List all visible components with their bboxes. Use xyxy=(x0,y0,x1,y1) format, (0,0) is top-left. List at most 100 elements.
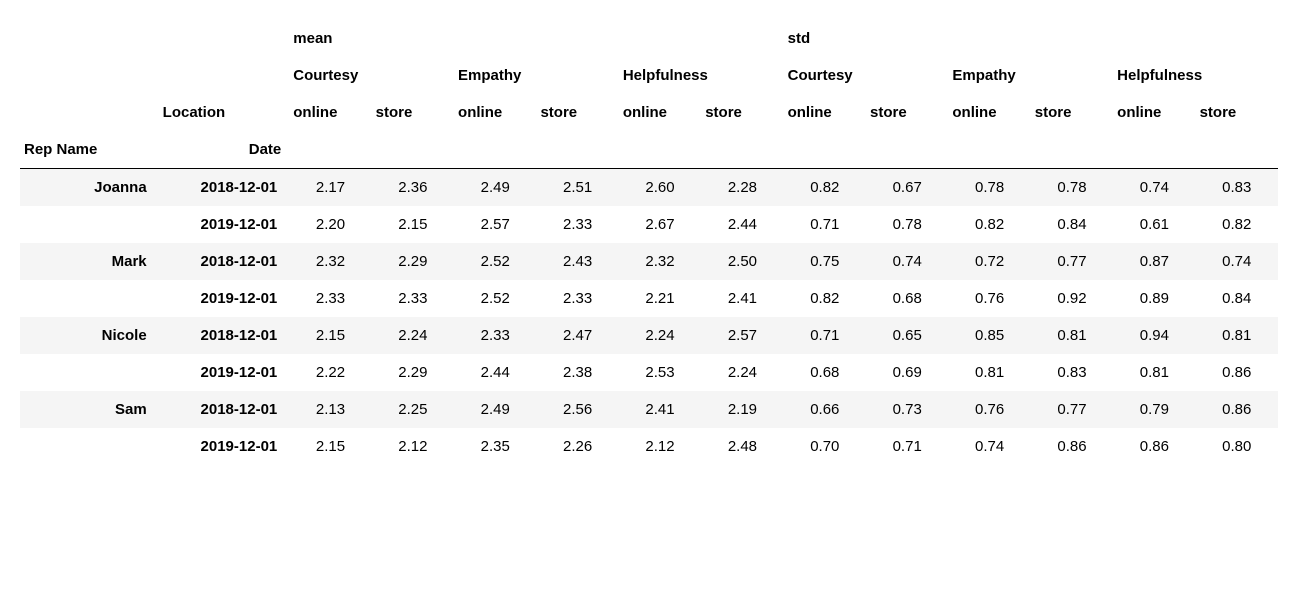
value-cell: 2.48 xyxy=(701,428,783,465)
metric-header: Empathy xyxy=(948,57,1113,94)
value-cell: 2.28 xyxy=(701,169,783,207)
value-cell: 2.33 xyxy=(536,206,618,243)
value-cell: 0.67 xyxy=(866,169,948,207)
value-cell: 2.44 xyxy=(454,354,536,391)
value-cell: 0.89 xyxy=(1113,280,1195,317)
pivot-table: mean std Courtesy Empathy Helpfulness Co… xyxy=(20,20,1278,465)
value-cell: 0.78 xyxy=(1031,169,1113,207)
rep-name-cell: Mark xyxy=(20,243,159,280)
metric-header: Courtesy xyxy=(289,57,454,94)
value-cell: 0.82 xyxy=(784,280,866,317)
location-header: online xyxy=(1113,94,1195,131)
value-cell: 2.49 xyxy=(454,169,536,207)
value-cell: 2.33 xyxy=(372,280,454,317)
value-cell: 2.36 xyxy=(372,169,454,207)
location-header: online xyxy=(454,94,536,131)
value-cell: 2.26 xyxy=(536,428,618,465)
table-row: Mark2018-12-012.322.292.522.432.322.500.… xyxy=(20,243,1278,280)
value-cell: 0.86 xyxy=(1196,354,1278,391)
value-cell: 2.67 xyxy=(619,206,701,243)
value-cell: 2.24 xyxy=(619,317,701,354)
rep-name-cell xyxy=(20,280,159,317)
value-cell: 0.65 xyxy=(866,317,948,354)
location-header: store xyxy=(1031,94,1113,131)
table-row: 2019-12-012.152.122.352.262.122.480.700.… xyxy=(20,428,1278,465)
agg-header: std xyxy=(784,20,1278,57)
value-cell: 2.21 xyxy=(619,280,701,317)
header-row-location: Location online store online store onlin… xyxy=(20,94,1278,131)
index-label-date: Date xyxy=(159,131,290,169)
value-cell: 2.15 xyxy=(289,428,371,465)
value-cell: 2.13 xyxy=(289,391,371,428)
table-body: Joanna2018-12-012.172.362.492.512.602.28… xyxy=(20,169,1278,466)
metric-header: Empathy xyxy=(454,57,619,94)
value-cell: 2.32 xyxy=(289,243,371,280)
value-cell: 2.43 xyxy=(536,243,618,280)
value-cell: 0.79 xyxy=(1113,391,1195,428)
date-cell: 2019-12-01 xyxy=(159,354,290,391)
value-cell: 2.29 xyxy=(372,243,454,280)
value-cell: 0.76 xyxy=(948,280,1030,317)
value-cell: 0.71 xyxy=(866,428,948,465)
value-cell: 0.82 xyxy=(1196,206,1278,243)
location-header: store xyxy=(701,94,783,131)
header-row-index: Rep Name Date xyxy=(20,131,1278,169)
value-cell: 0.70 xyxy=(784,428,866,465)
value-cell: 2.51 xyxy=(536,169,618,207)
metric-header: Courtesy xyxy=(784,57,949,94)
value-cell: 0.94 xyxy=(1113,317,1195,354)
value-cell: 0.81 xyxy=(948,354,1030,391)
location-header: online xyxy=(289,94,371,131)
value-cell: 2.52 xyxy=(454,280,536,317)
value-cell: 2.15 xyxy=(289,317,371,354)
value-cell: 0.78 xyxy=(866,206,948,243)
value-cell: 0.71 xyxy=(784,206,866,243)
date-cell: 2018-12-01 xyxy=(159,391,290,428)
value-cell: 2.41 xyxy=(701,280,783,317)
value-cell: 0.81 xyxy=(1031,317,1113,354)
header-row-aggregation: mean std xyxy=(20,20,1278,57)
rep-name-cell xyxy=(20,354,159,391)
value-cell: 0.84 xyxy=(1031,206,1113,243)
value-cell: 2.20 xyxy=(289,206,371,243)
location-header: online xyxy=(948,94,1030,131)
value-cell: 2.22 xyxy=(289,354,371,391)
value-cell: 0.87 xyxy=(1113,243,1195,280)
value-cell: 2.24 xyxy=(701,354,783,391)
value-cell: 2.60 xyxy=(619,169,701,207)
value-cell: 0.72 xyxy=(948,243,1030,280)
metric-header: Helpfulness xyxy=(619,57,784,94)
value-cell: 2.25 xyxy=(372,391,454,428)
location-header: online xyxy=(784,94,866,131)
rep-name-cell: Nicole xyxy=(20,317,159,354)
metric-header: Helpfulness xyxy=(1113,57,1278,94)
date-cell: 2018-12-01 xyxy=(159,169,290,207)
value-cell: 0.75 xyxy=(784,243,866,280)
agg-header: mean xyxy=(289,20,783,57)
value-cell: 0.83 xyxy=(1196,169,1278,207)
value-cell: 2.38 xyxy=(536,354,618,391)
value-cell: 0.82 xyxy=(948,206,1030,243)
table-row: Nicole2018-12-012.152.242.332.472.242.57… xyxy=(20,317,1278,354)
value-cell: 0.86 xyxy=(1196,391,1278,428)
value-cell: 0.78 xyxy=(948,169,1030,207)
rep-name-cell xyxy=(20,428,159,465)
value-cell: 2.19 xyxy=(701,391,783,428)
value-cell: 2.12 xyxy=(619,428,701,465)
value-cell: 0.74 xyxy=(866,243,948,280)
value-cell: 0.73 xyxy=(866,391,948,428)
location-header: store xyxy=(1196,94,1278,131)
value-cell: 0.74 xyxy=(948,428,1030,465)
value-cell: 0.84 xyxy=(1196,280,1278,317)
table-row: 2019-12-012.202.152.572.332.672.440.710.… xyxy=(20,206,1278,243)
rep-name-cell: Sam xyxy=(20,391,159,428)
value-cell: 0.86 xyxy=(1113,428,1195,465)
value-cell: 0.85 xyxy=(948,317,1030,354)
value-cell: 2.17 xyxy=(289,169,371,207)
location-header: store xyxy=(866,94,948,131)
value-cell: 0.68 xyxy=(784,354,866,391)
value-cell: 0.74 xyxy=(1196,243,1278,280)
value-cell: 0.61 xyxy=(1113,206,1195,243)
value-cell: 2.53 xyxy=(619,354,701,391)
value-cell: 2.49 xyxy=(454,391,536,428)
